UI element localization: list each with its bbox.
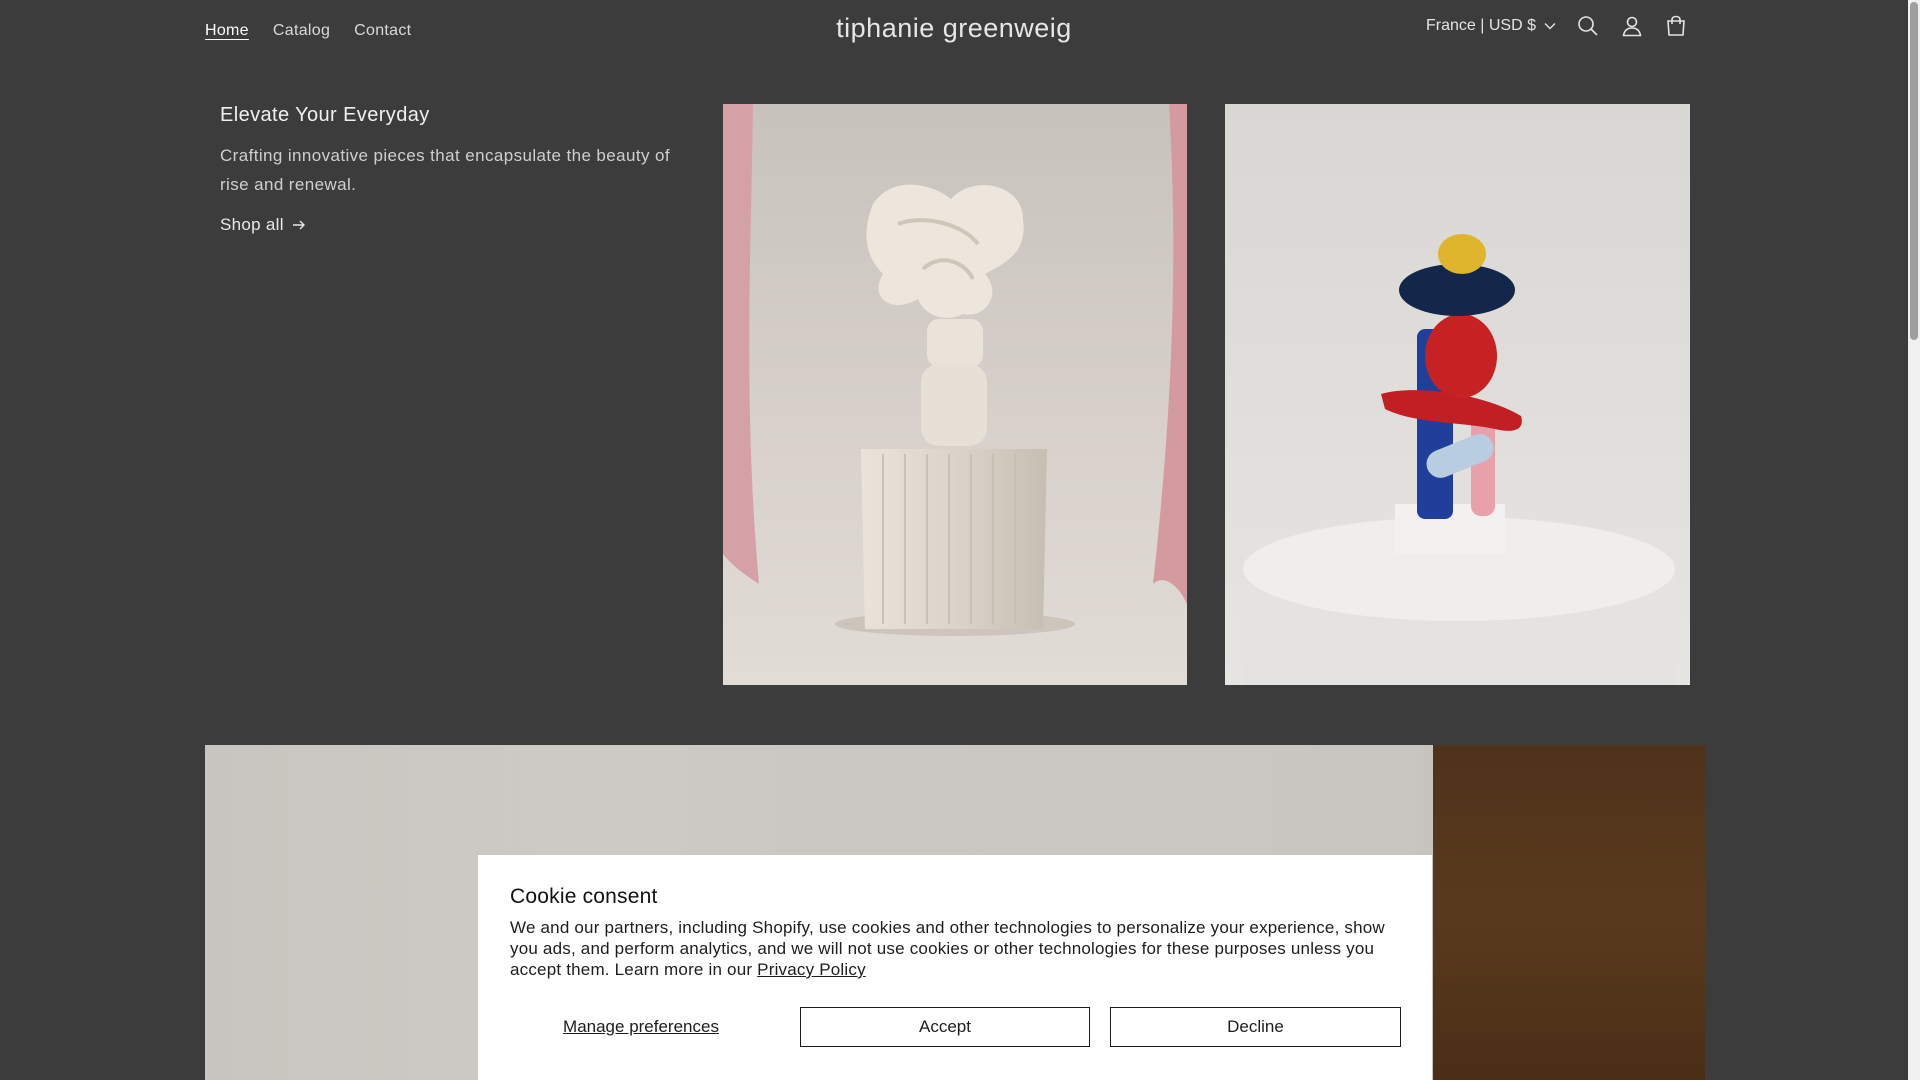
cookie-consent-dialog: Cookie consent We and our partners, incl… (478, 855, 1432, 1080)
cookie-text: We and our partners, including Shopify, … (510, 917, 1400, 980)
shop-all-label: Shop all (220, 215, 284, 234)
accept-button[interactable]: Accept (800, 1007, 1090, 1047)
arrow-right-icon (292, 220, 305, 230)
decline-button[interactable]: Decline (1110, 1007, 1401, 1047)
banner-dark-panel (1433, 745, 1705, 1080)
locale-selector[interactable]: France | USD $ (1426, 17, 1556, 35)
hero-text-block: Elevate Your Everyday Crafting innovativ… (220, 104, 680, 235)
cookie-title: Cookie consent (510, 885, 658, 908)
privacy-policy-link[interactable]: Privacy Policy (757, 960, 866, 979)
account-icon[interactable] (1620, 14, 1644, 38)
scrollbar-thumb[interactable] (1910, 2, 1918, 340)
locale-label: France | USD $ (1426, 17, 1536, 34)
hero-description: Crafting innovative pieces that encapsul… (220, 146, 670, 194)
hero-title: Elevate Your Everyday (220, 104, 430, 126)
chevron-down-icon (1544, 23, 1556, 30)
cart-icon[interactable] (1664, 14, 1688, 38)
manage-preferences-button[interactable]: Manage preferences (510, 1007, 772, 1047)
sculpture-image-knot[interactable] (723, 104, 1187, 685)
header-actions: France | USD $ (1426, 14, 1688, 38)
page-scrollbar[interactable] (1908, 0, 1920, 1080)
sculpture-image-stacked[interactable] (1225, 104, 1690, 685)
cookie-description: We and our partners, including Shopify, … (510, 918, 1385, 979)
site-header: Home Catalog Contact tiphanie greenweig … (0, 0, 1908, 60)
shop-all-link[interactable]: Shop all (220, 215, 306, 235)
search-icon[interactable] (1576, 14, 1600, 38)
